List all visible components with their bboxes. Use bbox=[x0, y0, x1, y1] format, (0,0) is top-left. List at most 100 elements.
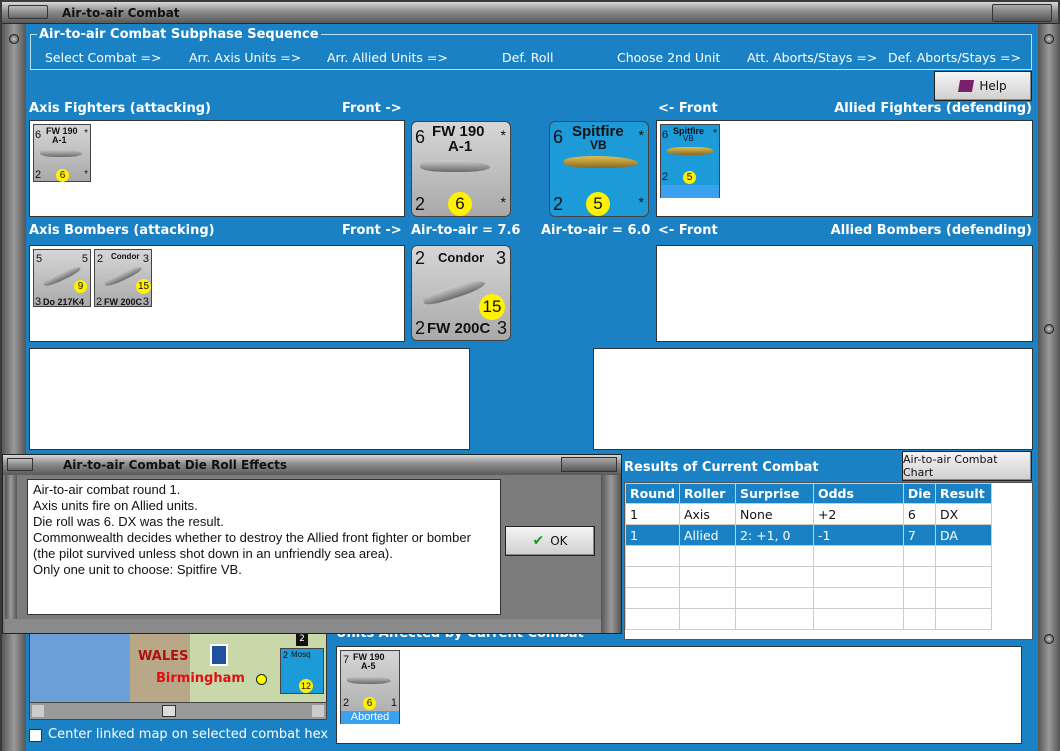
chit-air-value: 2 bbox=[97, 253, 104, 265]
linked-map[interactable]: WALES Birmingham 2 2 Mosq 12 bbox=[29, 631, 327, 711]
allied-fighters-box: 6 Spitfire VB * 2 5 bbox=[656, 120, 1033, 217]
chit-sub: VB bbox=[683, 134, 694, 143]
hex-number: 2 bbox=[296, 634, 308, 646]
results-title: Results of Current Combat bbox=[624, 460, 819, 475]
chit-attack-circle: 12 bbox=[299, 679, 313, 693]
rivet-icon bbox=[1044, 34, 1054, 44]
cell-surprise: None bbox=[734, 503, 814, 525]
axis-bombers-front: Front -> bbox=[342, 223, 402, 238]
dialog-menu-icon[interactable] bbox=[7, 458, 33, 471]
allied-bombers-box bbox=[656, 245, 1033, 342]
col-result[interactable]: Result bbox=[934, 483, 993, 504]
message-line: Die roll was 6. DX was the result. bbox=[33, 514, 224, 529]
table-row-selected[interactable]: 1 Allied 2: +1, 0 -1 7 DA bbox=[625, 524, 993, 546]
step-def-aborts: Def. Aborts/Stays => bbox=[888, 50, 1021, 65]
unit-chit-spitfire[interactable]: 6 Spitfire VB * 2 5 bbox=[660, 124, 720, 198]
col-roller[interactable]: Roller bbox=[678, 483, 736, 504]
dialog-right-frame bbox=[601, 475, 621, 633]
unit-chit-do217[interactable]: 5 5 9 3 Do 217K4 bbox=[33, 249, 91, 308]
chit-sub: A-5 bbox=[361, 661, 376, 671]
results-table: Round Roller Surprise Odds Die Result 1 … bbox=[625, 483, 993, 630]
step-arr-axis: Arr. Axis Units => bbox=[189, 50, 302, 65]
sea-area bbox=[30, 632, 130, 710]
aborted-status: Aborted bbox=[341, 711, 399, 724]
step-choose-2nd: Choose 2nd Unit bbox=[617, 50, 721, 65]
rivet-icon bbox=[1044, 634, 1054, 644]
chit-defense: 3 bbox=[35, 296, 42, 308]
map-label-birmingham: Birmingham bbox=[156, 671, 245, 686]
map-scrollbar[interactable] bbox=[29, 702, 327, 720]
axis-fighters-front: Front -> bbox=[342, 101, 402, 116]
chit-range: 3 bbox=[142, 296, 149, 308]
axis-fighters-box: 6 FW 190 A-1 * 2 6 * bbox=[29, 120, 405, 217]
step-def-roll: Def. Roll bbox=[502, 50, 554, 65]
ok-label: OK bbox=[550, 534, 568, 548]
chit-name: Do 217K4 bbox=[43, 297, 85, 307]
table-row[interactable]: 1 Axis None +2 6 DX bbox=[625, 503, 993, 525]
chit-air-value: 6 bbox=[662, 129, 669, 141]
chit-star: * bbox=[84, 128, 88, 139]
front-axis-bomber-condor[interactable]: 2 Condor 3 15 2 FW 200C 3 bbox=[411, 245, 511, 341]
unit-chit-fw190a5[interactable]: 7 FW 190 A-5 2 6 1 Aborted bbox=[340, 650, 400, 724]
ok-button[interactable]: ✔ OK bbox=[505, 526, 595, 556]
chit-star: * bbox=[638, 127, 644, 143]
chit-air-value: 6 bbox=[553, 127, 564, 147]
message-line: Only one unit to choose: Spitfire VB. bbox=[33, 562, 242, 577]
cell-round: 1 bbox=[625, 524, 680, 546]
empty-row bbox=[625, 566, 993, 588]
cell-die: 7 bbox=[902, 524, 936, 546]
spitfire-plane-icon bbox=[564, 156, 638, 168]
cell-result: DA bbox=[934, 524, 993, 546]
air-combat-window: Air-to-air Combat Air-to-air Combat Subp… bbox=[0, 0, 1060, 751]
chit-defense: 2 bbox=[553, 194, 564, 214]
cell-die: 6 bbox=[902, 503, 936, 525]
col-die[interactable]: Die bbox=[902, 483, 936, 504]
chit-attack-circle: 15 bbox=[479, 294, 505, 320]
col-surprise[interactable]: Surprise bbox=[734, 483, 814, 504]
chit-air-value: 2 bbox=[283, 650, 289, 660]
chit-range: 3 bbox=[142, 253, 149, 265]
scroll-thumb[interactable] bbox=[162, 705, 176, 717]
cell-result: DX bbox=[934, 503, 993, 525]
unit-chit-fw190[interactable]: 6 FW 190 A-1 * 2 6 * bbox=[33, 124, 91, 182]
col-odds[interactable]: Odds bbox=[812, 483, 904, 504]
col-round[interactable]: Round bbox=[625, 483, 680, 504]
scroll-left-arrow[interactable] bbox=[32, 705, 44, 717]
chit-defense: 2 bbox=[415, 318, 426, 338]
chit-attack-circle: 6 bbox=[363, 697, 376, 710]
chit-defense: 2 bbox=[96, 296, 103, 308]
book-icon bbox=[958, 80, 975, 92]
message-line: Commonwealth decides whether to destroy … bbox=[33, 530, 471, 561]
dialog-close-button[interactable] bbox=[561, 457, 617, 472]
center-map-checkbox[interactable] bbox=[29, 729, 42, 742]
window-menu-icon[interactable] bbox=[8, 5, 48, 19]
chit-air-value: 6 bbox=[415, 127, 426, 147]
scroll-right-arrow[interactable] bbox=[312, 705, 324, 717]
chit-name: Mosq bbox=[291, 650, 311, 659]
front-allied-fighter-spitfire[interactable]: 6 Spitfire VB * 2 5 * bbox=[549, 121, 649, 217]
right-frame bbox=[1038, 24, 1060, 751]
allied-naval-box bbox=[593, 348, 1033, 450]
rivet-icon bbox=[9, 34, 19, 44]
window-close-button[interactable] bbox=[992, 4, 1052, 22]
chit-attack-circle: 6 bbox=[448, 192, 472, 216]
dialog-bottom-frame bbox=[5, 619, 601, 633]
rivet-icon bbox=[1044, 324, 1054, 334]
empty-row bbox=[625, 587, 993, 609]
unit-chit-condor-small[interactable]: 2 Condor 3 15 2 FW 200C 3 bbox=[94, 249, 152, 308]
chit-range: 5 bbox=[81, 253, 88, 265]
help-button[interactable]: Help bbox=[934, 71, 1032, 101]
allied-bombers-front: <- Front bbox=[658, 223, 718, 238]
chit-star: * bbox=[713, 128, 717, 139]
checkmark-icon: ✔ bbox=[532, 533, 545, 549]
chit-defense: 2 bbox=[662, 171, 669, 183]
axis-bombers-label: Axis Bombers (attacking) bbox=[29, 223, 215, 238]
air-combat-chart-button[interactable]: Air-to-air Combat Chart bbox=[902, 451, 1032, 481]
chit-sub: A-1 bbox=[52, 135, 67, 145]
chit-air-value: 7 bbox=[343, 654, 350, 666]
front-axis-fighter-fw190[interactable]: 6 FW 190 A-1 * 2 6 * bbox=[411, 121, 511, 217]
chit-defense: 2 bbox=[35, 169, 42, 181]
map-unit-chit[interactable]: 2 Mosq 12 bbox=[280, 648, 324, 694]
axis-air-to-air-value: Air-to-air = 7.6 bbox=[411, 223, 521, 238]
dialog-title-bar: Air-to-air Combat Die Roll Effects bbox=[3, 455, 621, 475]
